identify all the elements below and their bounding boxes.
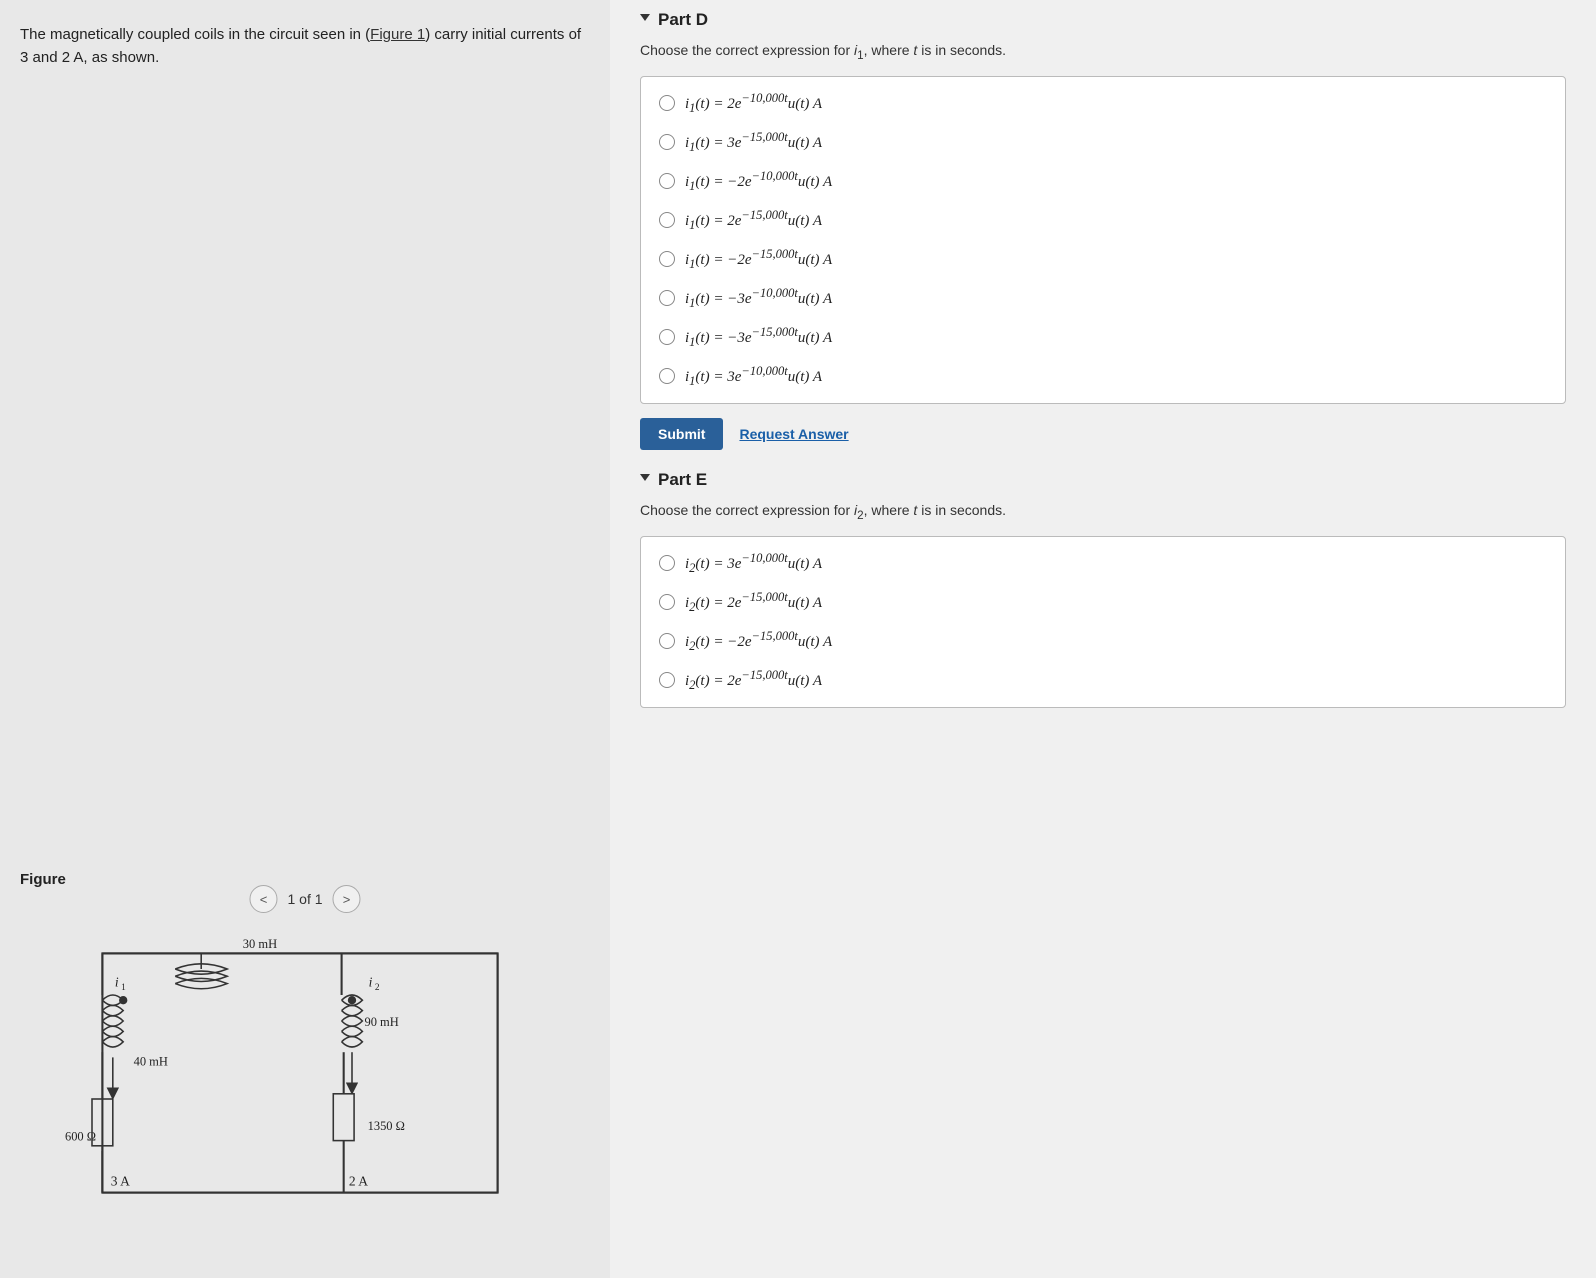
left-panel: The magnetically coupled coils in the ci… xyxy=(0,0,610,1278)
choice-e-3-text: i2(t) = −2e−15,000tu(t) A xyxy=(685,629,832,654)
svg-text:i: i xyxy=(369,975,373,990)
circuit-svg: i 1 40 mH 600 Ω 3 A 30 mH xyxy=(40,928,560,1218)
part-e-triangle xyxy=(640,474,650,486)
choice-d-2-text: i1(t) = 3e−15,000tu(t) A xyxy=(685,130,822,155)
part-d-instruction: Choose the correct expression for i1, wh… xyxy=(640,42,1566,62)
choice-e-2: i2(t) = 2e−15,000tu(t) A xyxy=(659,590,1547,615)
radio-d-1[interactable] xyxy=(659,95,675,111)
choice-d-7: i1(t) = −3e−15,000tu(t) A xyxy=(659,325,1547,350)
submit-button[interactable]: Submit xyxy=(640,418,723,450)
part-d-title: Part D xyxy=(658,10,708,30)
choice-e-4: i2(t) = 2e−15,000tu(t) A xyxy=(659,668,1547,693)
svg-text:1350 Ω: 1350 Ω xyxy=(368,1119,405,1133)
radio-e-2[interactable] xyxy=(659,594,675,610)
right-panel: Part D Choose the correct expression for… xyxy=(610,0,1596,1278)
figure-link[interactable]: Figure 1 xyxy=(370,26,425,43)
circuit-diagram: i 1 40 mH 600 Ω 3 A 30 mH xyxy=(40,928,560,1218)
next-figure-button[interactable]: > xyxy=(333,885,361,913)
radio-d-2[interactable] xyxy=(659,134,675,150)
radio-e-1[interactable] xyxy=(659,555,675,571)
radio-d-4[interactable] xyxy=(659,212,675,228)
svg-text:3 A: 3 A xyxy=(111,1173,130,1188)
radio-d-5[interactable] xyxy=(659,251,675,267)
part-d-header[interactable]: Part D xyxy=(640,10,1566,30)
prev-figure-button[interactable]: < xyxy=(249,885,277,913)
choice-e-2-text: i2(t) = 2e−15,000tu(t) A xyxy=(685,590,822,615)
radio-e-3[interactable] xyxy=(659,633,675,649)
svg-text:1: 1 xyxy=(121,983,126,993)
choice-d-4-text: i1(t) = 2e−15,000tu(t) A xyxy=(685,208,822,233)
choice-d-6-text: i1(t) = −3e−10,000tu(t) A xyxy=(685,286,832,311)
choice-d-4: i1(t) = 2e−15,000tu(t) A xyxy=(659,208,1547,233)
choice-d-1-text: i1(t) = 2e−10,000tu(t) A xyxy=(685,91,822,116)
choice-e-3: i2(t) = −2e−15,000tu(t) A xyxy=(659,629,1547,654)
part-d-triangle xyxy=(640,14,650,26)
part-e-choices-box: i2(t) = 3e−10,000tu(t) A i2(t) = 2e−15,0… xyxy=(640,536,1566,708)
choice-d-3-text: i1(t) = −2e−10,000tu(t) A xyxy=(685,169,832,194)
svg-text:40 mH: 40 mH xyxy=(134,1055,168,1069)
choice-d-6: i1(t) = −3e−10,000tu(t) A xyxy=(659,286,1547,311)
choice-d-8: i1(t) = 3e−10,000tu(t) A xyxy=(659,364,1547,389)
radio-d-8[interactable] xyxy=(659,368,675,384)
figure-counter: 1 of 1 xyxy=(287,891,322,907)
part-d-actions: Submit Request Answer xyxy=(640,418,1566,450)
part-e-header[interactable]: Part E xyxy=(640,470,1566,490)
choice-d-8-text: i1(t) = 3e−10,000tu(t) A xyxy=(685,364,822,389)
choice-d-1: i1(t) = 2e−10,000tu(t) A xyxy=(659,91,1547,116)
svg-text:2 A: 2 A xyxy=(349,1173,368,1188)
svg-text:i: i xyxy=(115,975,119,990)
svg-text:30 mH: 30 mH xyxy=(243,937,277,951)
part-d-choices-box: i1(t) = 2e−10,000tu(t) A i1(t) = 3e−15,0… xyxy=(640,76,1566,404)
choice-d-5-text: i1(t) = −2e−15,000tu(t) A xyxy=(685,247,832,272)
part-e-title: Part E xyxy=(658,470,707,490)
problem-text: The magnetically coupled coils in the ci… xyxy=(20,24,590,69)
radio-e-4[interactable] xyxy=(659,672,675,688)
choice-e-4-text: i2(t) = 2e−15,000tu(t) A xyxy=(685,668,822,693)
choice-d-5: i1(t) = −2e−15,000tu(t) A xyxy=(659,247,1547,272)
figure-navigation: < 1 of 1 > xyxy=(249,885,360,913)
radio-d-6[interactable] xyxy=(659,290,675,306)
svg-text:2: 2 xyxy=(375,983,380,993)
choice-e-1: i2(t) = 3e−10,000tu(t) A xyxy=(659,551,1547,576)
choice-d-2: i1(t) = 3e−15,000tu(t) A xyxy=(659,130,1547,155)
figure-label: Figure xyxy=(20,871,66,888)
radio-d-3[interactable] xyxy=(659,173,675,189)
choice-d-3: i1(t) = −2e−10,000tu(t) A xyxy=(659,169,1547,194)
radio-d-7[interactable] xyxy=(659,329,675,345)
part-e-section: Part E Choose the correct expression for… xyxy=(640,470,1566,708)
svg-text:90 mH: 90 mH xyxy=(364,1015,398,1029)
part-d-section: Part D Choose the correct expression for… xyxy=(640,10,1566,450)
request-answer-link[interactable]: Request Answer xyxy=(739,426,848,442)
choice-d-7-text: i1(t) = −3e−15,000tu(t) A xyxy=(685,325,832,350)
choice-e-1-text: i2(t) = 3e−10,000tu(t) A xyxy=(685,551,822,576)
part-e-instruction: Choose the correct expression for i2, wh… xyxy=(640,502,1566,522)
